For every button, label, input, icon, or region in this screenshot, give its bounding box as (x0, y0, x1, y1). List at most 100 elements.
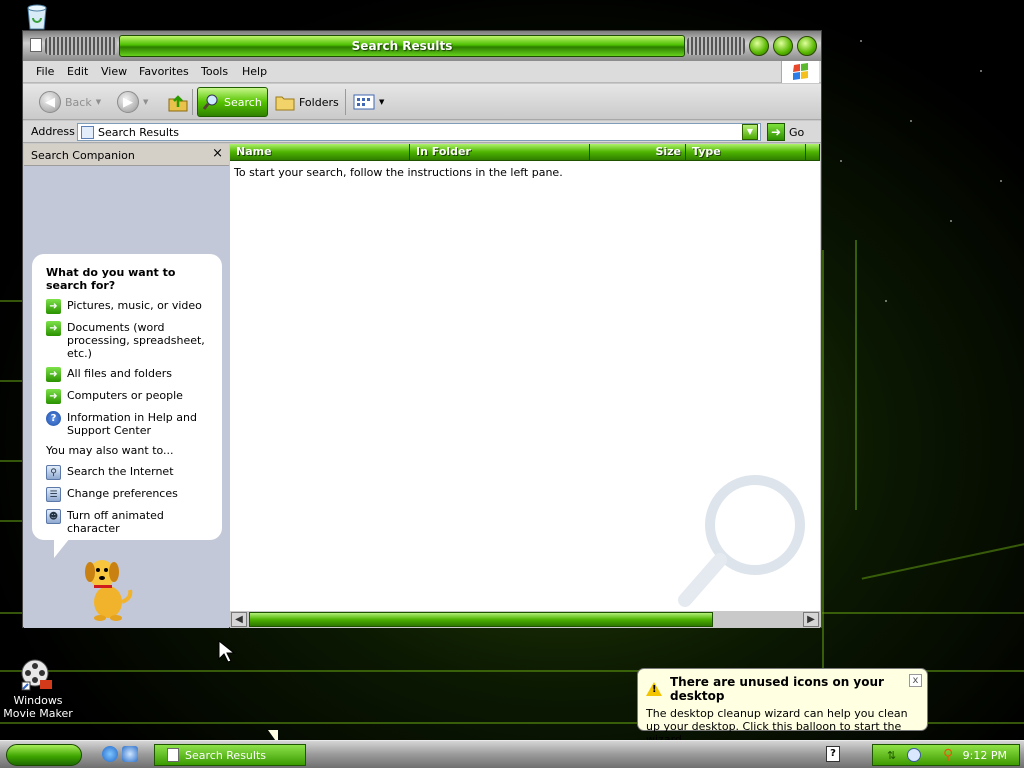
address-dropdown-button[interactable]: ▼ (742, 124, 758, 140)
dropdown-icon: ▼ (379, 98, 385, 106)
scroll-left-button[interactable]: ◀ (231, 612, 247, 627)
go-arrow-icon: ➜ (767, 123, 785, 141)
folders-button[interactable]: Folders (271, 87, 343, 117)
also-label: You may also want to... (46, 444, 174, 457)
column-more[interactable] (806, 144, 820, 161)
search-results-icon (167, 748, 179, 762)
folders-icon (275, 96, 295, 111)
network-icon[interactable]: ⇅ (887, 749, 896, 762)
option-change-preferences[interactable]: ☰ Change preferences (46, 487, 208, 502)
column-size[interactable]: Size (590, 144, 686, 161)
close-pane-icon[interactable]: × (212, 146, 223, 161)
minimize-button[interactable] (749, 36, 769, 56)
search-label: Search (224, 95, 262, 109)
star (860, 40, 862, 42)
star (1000, 180, 1002, 182)
horizontal-scrollbar[interactable]: ◀ ▶ (230, 611, 820, 628)
desktop-icon-label[interactable]: Windows Movie Maker (0, 694, 76, 720)
search-options-balloon: What do you want to search for? ➜ Pictur… (32, 254, 222, 540)
menu-tools[interactable]: Tools (201, 65, 228, 78)
option-pictures[interactable]: ➜ Pictures, music, or video (46, 299, 208, 314)
desktop-cleanup-notification[interactable]: ! There are unused icons on your desktop… (637, 668, 928, 746)
notification-title: There are unused icons on your desktop (670, 675, 884, 703)
back-arrow-icon: ◀ (39, 91, 61, 113)
start-button[interactable] (6, 744, 82, 766)
close-button[interactable] (797, 36, 817, 56)
menu-file[interactable]: File (36, 65, 54, 78)
scroll-thumb[interactable] (249, 612, 713, 627)
toolbar: ◀ Back ▼ ▶ ▼ Search Folders ▼ (23, 84, 821, 120)
taskbar-item-label: Search Results (185, 748, 267, 762)
column-type[interactable]: Type (686, 144, 806, 161)
toolbar-separator (192, 89, 193, 115)
address-label: Address (31, 125, 75, 138)
menu-view[interactable]: View (101, 65, 127, 78)
results-instructions: To start your search, follow the instruc… (234, 166, 563, 179)
option-all-files[interactable]: ➜ All files and folders (46, 367, 208, 382)
notification-close-button[interactable]: x (909, 674, 922, 687)
star (910, 120, 912, 122)
dropdown-icon: ▼ (95, 98, 102, 106)
grid-line (855, 240, 857, 510)
title-bar[interactable]: Search Results (23, 31, 821, 61)
window-icon[interactable] (30, 38, 42, 52)
option-search-internet[interactable]: ⚲ Search the Internet (46, 465, 208, 480)
results-pane: Name In Folder Size Type To start your s… (230, 144, 820, 628)
option-documents[interactable]: ➜ Documents (word processing, spreadshee… (46, 321, 208, 360)
system-tray: ⇅ ⚲ 9:12 PM (872, 744, 1020, 766)
search-button[interactable]: Search (197, 87, 268, 117)
internet-explorer-icon[interactable] (102, 746, 118, 762)
search-question: What do you want to search for? (46, 266, 176, 292)
star (840, 160, 842, 162)
recycle-bin-icon[interactable] (24, 2, 50, 30)
outlook-express-icon[interactable] (122, 746, 138, 762)
clock: 9:12 PM (962, 749, 1007, 762)
window-title: Search Results (119, 35, 685, 57)
up-folder-icon (168, 95, 188, 112)
search-companion-header: Search Companion × (24, 144, 229, 166)
back-label: Back (65, 95, 92, 109)
movie-maker-icon[interactable] (20, 658, 54, 692)
menu-edit[interactable]: Edit (67, 65, 88, 78)
grid-line (861, 542, 1024, 580)
star (885, 300, 887, 302)
warning-icon: ! (646, 682, 662, 696)
title-grill (687, 37, 745, 55)
taskbar-item-search-results[interactable]: Search Results (154, 744, 306, 766)
column-name[interactable]: Name (230, 144, 410, 161)
green-arrow-icon: ➜ (46, 299, 61, 314)
go-button[interactable]: ➜ Go (767, 123, 804, 141)
back-button[interactable]: ◀ Back ▼ (35, 87, 105, 117)
search-results-icon (81, 125, 94, 139)
option-label: Documents (word processing, spreadsheet,… (67, 321, 205, 360)
tray-info-icon[interactable] (907, 748, 921, 762)
search-icon (202, 94, 218, 110)
option-help[interactable]: ? Information in Help and Support Center (46, 411, 208, 437)
menu-help[interactable]: Help (242, 65, 267, 78)
internet-search-icon: ⚲ (46, 465, 61, 480)
forward-button[interactable]: ▶ ▼ (113, 87, 152, 117)
option-turn-off-character[interactable]: ☻ Turn off animated character (46, 509, 208, 535)
help-tray-icon[interactable]: ? (826, 746, 840, 762)
views-icon (353, 94, 375, 110)
address-field[interactable]: Search Results (77, 123, 761, 141)
character-icon: ☻ (46, 509, 61, 524)
windows-logo-icon (781, 61, 819, 83)
option-label: Pictures, music, or video (67, 299, 202, 312)
grid-line (822, 250, 824, 730)
notification-title-row: ! There are unused icons on your desktop (646, 675, 919, 703)
option-computers[interactable]: ➜ Computers or people (46, 389, 208, 404)
preferences-icon: ☰ (46, 487, 61, 502)
green-arrow-icon: ➜ (46, 321, 61, 336)
search-tray-icon[interactable]: ⚲ (943, 747, 953, 763)
up-folder-button[interactable] (163, 87, 193, 117)
menu-favorites[interactable]: Favorites (139, 65, 189, 78)
search-dog-character[interactable] (80, 554, 136, 622)
forward-arrow-icon: ▶ (117, 91, 139, 113)
views-button[interactable]: ▼ (349, 87, 388, 117)
scroll-right-button[interactable]: ▶ (803, 612, 819, 627)
maximize-button[interactable] (773, 36, 793, 56)
column-in-folder[interactable]: In Folder (410, 144, 590, 161)
option-label: All files and folders (67, 367, 172, 380)
search-companion-pane: Search Companion × What do you want to s… (24, 144, 229, 628)
